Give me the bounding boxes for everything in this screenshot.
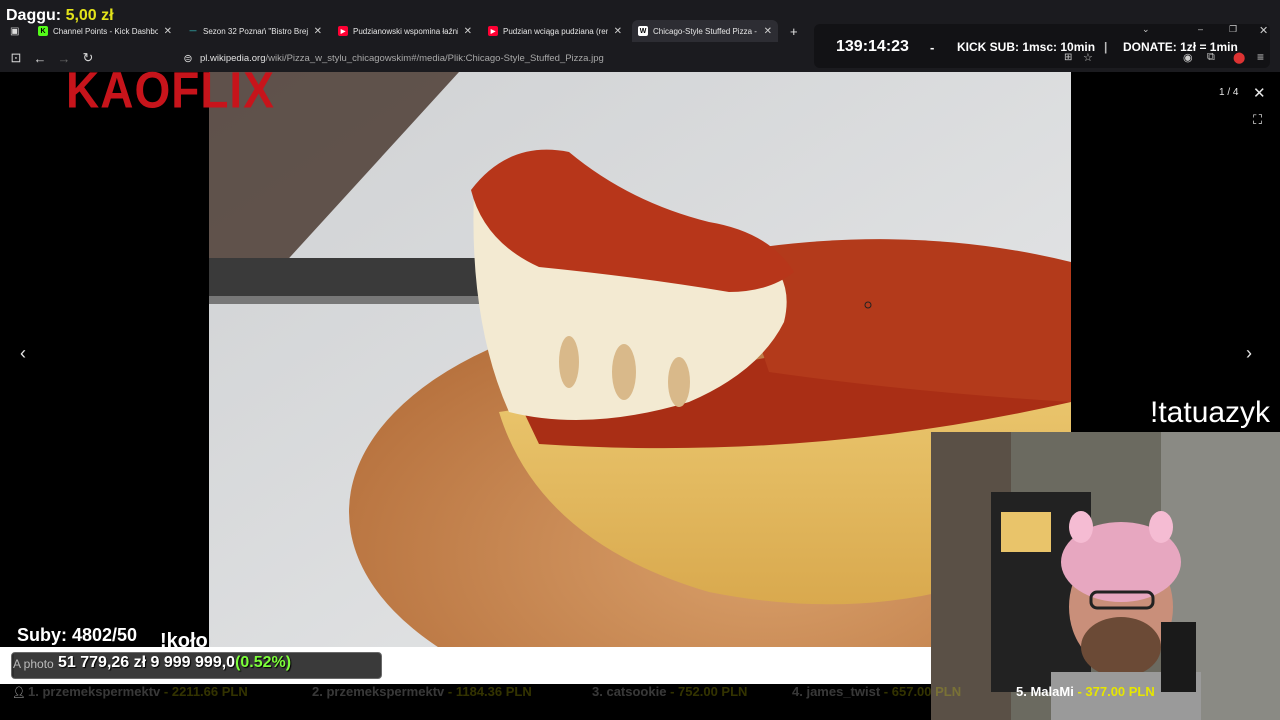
rank: 1. [28, 684, 39, 699]
tab-label: Chicago-Style Stuffed Pizza - Pizza [653, 26, 758, 36]
tab-label: Sezon 32 Poznań "Bistro Brejk" [203, 26, 308, 36]
donor-name: MalaMi [1030, 684, 1074, 699]
goal-target: 9 999 999,0 [150, 654, 236, 671]
goal-percent: (0.52%) [235, 654, 292, 671]
menu-icon[interactable]: ≡ [1257, 50, 1264, 64]
close-icon[interactable]: ✕ [464, 26, 472, 37]
bookmark-star-icon[interactable]: ☆ [1083, 51, 1093, 64]
kick-sub-rate: KICK SUB: 1msc: 10min [957, 40, 1096, 54]
leaderboard-entry: 5. MalaMi - 377.00 PLN [1016, 684, 1155, 699]
tab-label: Channel Points - Kick Dashboard [53, 26, 158, 36]
donor-name: Daggu: [6, 7, 62, 24]
next-image-icon[interactable]: › [1246, 343, 1252, 364]
image-counter: 1 / 4 [1219, 87, 1239, 98]
tab-label: Pudzianowski wspomina łaźnie [353, 26, 458, 36]
leaderboard-entry: 1. przemeksperme​ktv - 2211.66 PLN [28, 684, 248, 699]
donor-amount: 377.00 PLN [1085, 684, 1155, 699]
close-icon[interactable]: ✕ [614, 26, 622, 37]
donor-name: james_twist [806, 684, 881, 699]
leaderboard-entry: 4. james_twist - 657.00 PLN [792, 684, 962, 699]
last-donation: Daggu: 5,00 zł [6, 7, 114, 25]
tab-overview-icon: ▣ [10, 25, 20, 37]
tab-pudzian-remaster[interactable]: ▶ Pudzian wciąga pudziana (remaster) ✕ [482, 20, 628, 42]
donor-name: catsookie [606, 684, 667, 699]
donor-amount: 2211.66 PLN [171, 684, 248, 699]
previous-image-icon[interactable]: ‹ [20, 343, 26, 364]
donor-amount: 657.00 PLN [891, 684, 962, 699]
subathon-timer: 139:14:23 [836, 38, 909, 55]
chevron-down-icon[interactable]: ⌄ [1142, 24, 1150, 35]
donate-rate: DONATE: 1zł = 1min [1123, 40, 1238, 54]
chat-command-label: !tatuazyk [1150, 396, 1271, 429]
extension-badge-icon[interactable]: ⬤ [1233, 51, 1245, 64]
leaderboard-entry: 2. przemeksperme​ktv - 1184.36 PLN [312, 684, 532, 699]
rate-divider: | [1104, 40, 1108, 54]
back-arrow-icon[interactable]: ← [32, 50, 48, 66]
extensions-icon[interactable]: ⧉ [1207, 51, 1215, 64]
goal-values: 51 779,26 zł 9 999 999,0(0.52%) [58, 654, 291, 672]
maximize-icon[interactable]: ❐ [1229, 24, 1237, 35]
tab-pudzianowski[interactable]: ▶ Pudzianowski wspomina łaźnie ✕ [332, 20, 478, 42]
youtube-icon: ▶ [488, 26, 498, 36]
donor-amount: 752.00 PLN [678, 684, 748, 699]
close-icon[interactable]: ✕ [764, 26, 772, 37]
kick-icon: K [38, 26, 48, 36]
rank: 2. [312, 684, 323, 699]
fullscreen-icon[interactable]: ⛶ [1253, 112, 1262, 128]
rank: 4. [792, 684, 803, 699]
wikipedia-icon: W [638, 26, 648, 36]
donor-amount: 1184.36 PLN [455, 684, 532, 699]
leaderboard-entry: 3. catsookie - 752.00 PLN [592, 684, 748, 699]
close-icon[interactable]: ✕ [164, 26, 172, 37]
close-icon[interactable]: ✕ [314, 26, 322, 37]
tab-sezon-32[interactable]: — Sezon 32 Poznań "Bistro Brejk" ✕ [182, 20, 328, 42]
url-path: /wiki/Pizza_w_stylu_chicagowskim#/media/… [265, 53, 604, 64]
install-icon[interactable]: ⊞ [1064, 52, 1072, 63]
sidebar-toggle-icon[interactable]: ⊡ [8, 50, 24, 66]
window-close-icon[interactable]: ✕ [1259, 24, 1268, 37]
brand-logo: KAOFLIX [66, 61, 275, 119]
user-icon: 👤︎ [12, 687, 26, 699]
lightbox-close-icon[interactable]: ✕ [1253, 84, 1266, 102]
donor-name: przemeksperme​ktv [42, 684, 161, 699]
goal-caption: A photo [13, 657, 54, 671]
minimize-icon[interactable]: – [1198, 24, 1203, 34]
rank: 3. [592, 684, 603, 699]
webcam-feed [931, 432, 1280, 720]
tab-chicago-pizza[interactable]: W Chicago-Style Stuffed Pizza - Pizza ✕ [632, 20, 778, 42]
plus-icon: + [790, 23, 798, 39]
dash-icon: — [189, 27, 197, 35]
profile-icon[interactable]: ◉ [1183, 51, 1193, 64]
new-tab-button[interactable]: + [784, 20, 804, 42]
goal-current: 51 779,26 zł [58, 654, 147, 671]
timer-separator: - [930, 40, 935, 55]
rank: 5. [1016, 684, 1027, 699]
donation-amount: 5,00 zł [65, 7, 114, 24]
donor-name: przemeksperme​ktv [326, 684, 445, 699]
tab-label: Pudzian wciąga pudziana (remaster) [503, 26, 608, 36]
youtube-icon: ▶ [338, 26, 348, 36]
sub-goal-counter: Suby: 4802/50 [17, 625, 138, 645]
